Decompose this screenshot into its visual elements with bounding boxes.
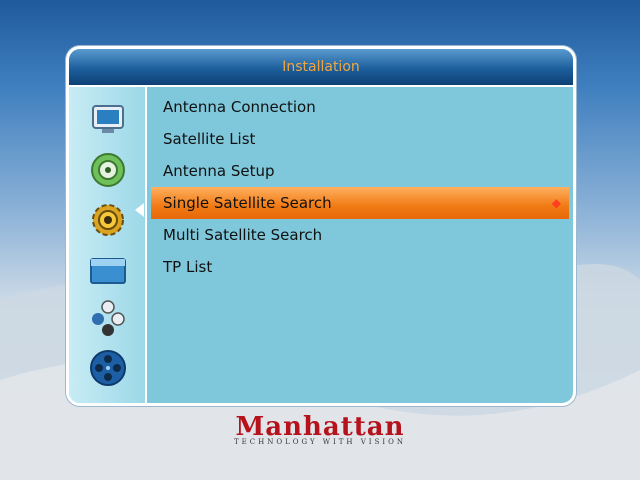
film-reel-icon[interactable] — [89, 349, 127, 387]
menu-item-label: Antenna Connection — [163, 98, 316, 116]
sidebar — [69, 87, 147, 403]
menu-item-label: Antenna Setup — [163, 162, 275, 180]
tv-icon[interactable] — [89, 101, 127, 139]
menu-item-antenna-setup[interactable]: Antenna Setup — [151, 155, 569, 187]
enter-arrow-icon: ◆ — [551, 196, 561, 210]
installation-menu: Antenna Connection Satellite List Antenn… — [151, 91, 569, 283]
menu-item-label: Multi Satellite Search — [163, 226, 323, 244]
folder-icon[interactable] — [89, 251, 127, 289]
games-icon[interactable] — [89, 299, 127, 337]
menu-item-multi-satellite-search[interactable]: Multi Satellite Search — [151, 219, 569, 251]
menu-item-label: Satellite List — [163, 130, 256, 148]
window-title: Installation — [69, 49, 573, 87]
installation-window: Installation Antenna Connection Satellit… — [66, 46, 576, 406]
menu-item-single-satellite-search[interactable]: Single Satellite Search ◆ — [151, 187, 569, 219]
gear-icon[interactable] — [89, 201, 127, 239]
active-pointer-icon — [135, 203, 144, 217]
menu-item-tp-list[interactable]: TP List — [151, 251, 569, 283]
brand-logo: Manhattan TECHNOLOGY WITH VISION — [0, 412, 640, 446]
menu-item-antenna-connection[interactable]: Antenna Connection — [151, 91, 569, 123]
menu-item-label: TP List — [163, 258, 213, 276]
satellite-dish-icon[interactable] — [89, 151, 127, 189]
menu-item-label: Single Satellite Search — [163, 194, 332, 212]
menu-item-satellite-list[interactable]: Satellite List — [151, 123, 569, 155]
brand-tagline: TECHNOLOGY WITH VISION — [233, 438, 406, 446]
